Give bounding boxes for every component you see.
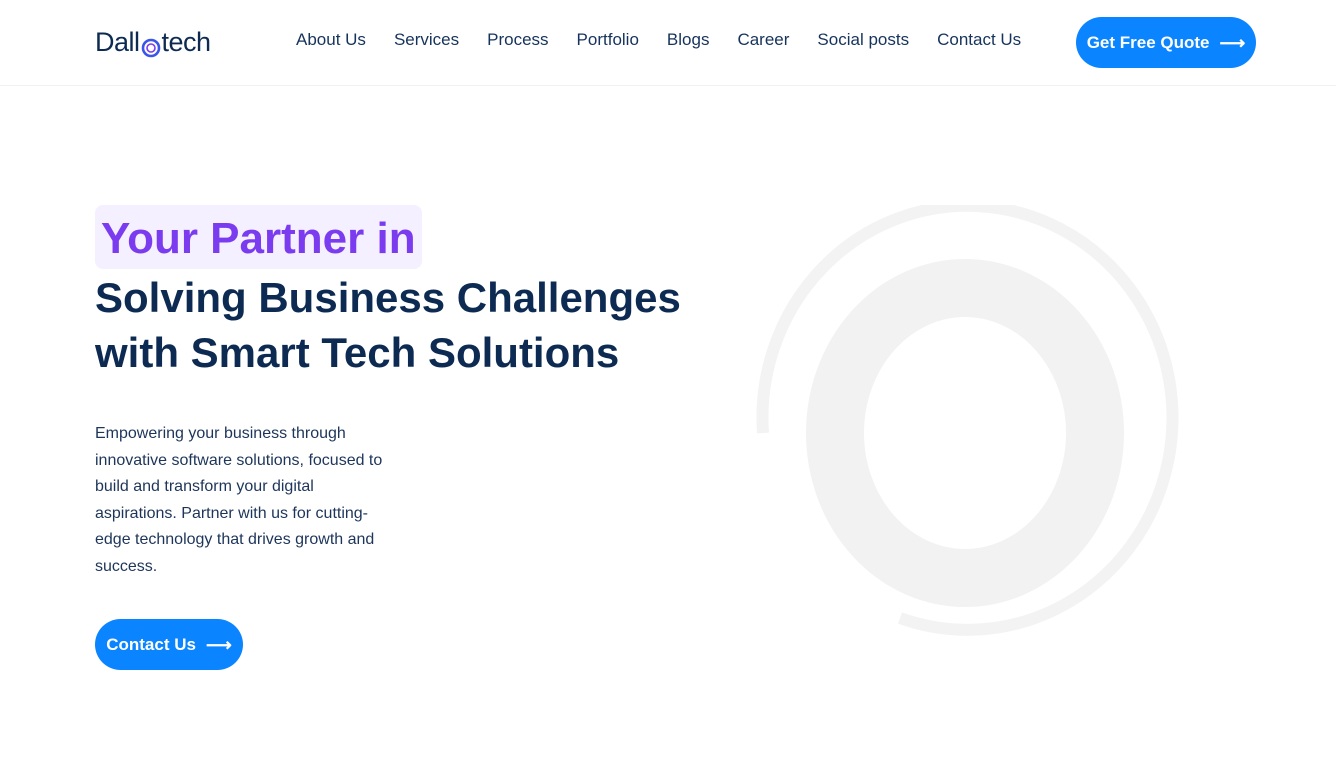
nav-blogs[interactable]: Blogs: [667, 30, 710, 50]
middle-ring: [806, 259, 1124, 607]
logo-text-suffix: tech: [161, 26, 212, 57]
hero-highlight-box: Your Partner in: [95, 205, 422, 269]
concentric-rings-graphic: [756, 205, 1179, 636]
logo-text-prefix: Dall: [95, 26, 140, 57]
hero-title-line-1: Solving Business Challenges: [95, 274, 681, 321]
nav-career[interactable]: Career: [737, 30, 789, 50]
nav-about-us[interactable]: About Us: [296, 30, 366, 50]
main-nav: About Us Services Process Portfolio Blog…: [296, 30, 1021, 50]
arrow-right-icon: ⟶: [205, 634, 232, 655]
contact-us-label: Contact Us: [106, 634, 196, 654]
nav-services[interactable]: Services: [394, 30, 459, 50]
contact-us-button[interactable]: Contact Us ⟶: [95, 619, 243, 670]
hero-description: Empowering your business through innovat…: [95, 425, 383, 575]
nav-contact-us[interactable]: Contact Us: [937, 30, 1021, 50]
get-free-quote-button[interactable]: Get Free Quote ⟶: [1076, 17, 1256, 68]
logo-ring-icon: [141, 34, 161, 58]
logo[interactable]: Dall tech: [95, 26, 211, 58]
nav-process[interactable]: Process: [487, 30, 548, 50]
get-free-quote-label: Get Free Quote: [1086, 32, 1210, 52]
hero-title-line-2: with Smart Tech Solutions: [95, 329, 620, 376]
hero-title: Solving Business Challenges with Smart T…: [95, 270, 735, 380]
site-header: Dall tech About Us Services Process Port…: [0, 0, 1336, 86]
nav-social-posts[interactable]: Social posts: [817, 30, 909, 50]
nav-portfolio[interactable]: Portfolio: [577, 30, 639, 50]
hero-highlight-text: Your Partner in: [101, 214, 416, 263]
arrow-right-icon: ⟶: [1219, 32, 1246, 53]
